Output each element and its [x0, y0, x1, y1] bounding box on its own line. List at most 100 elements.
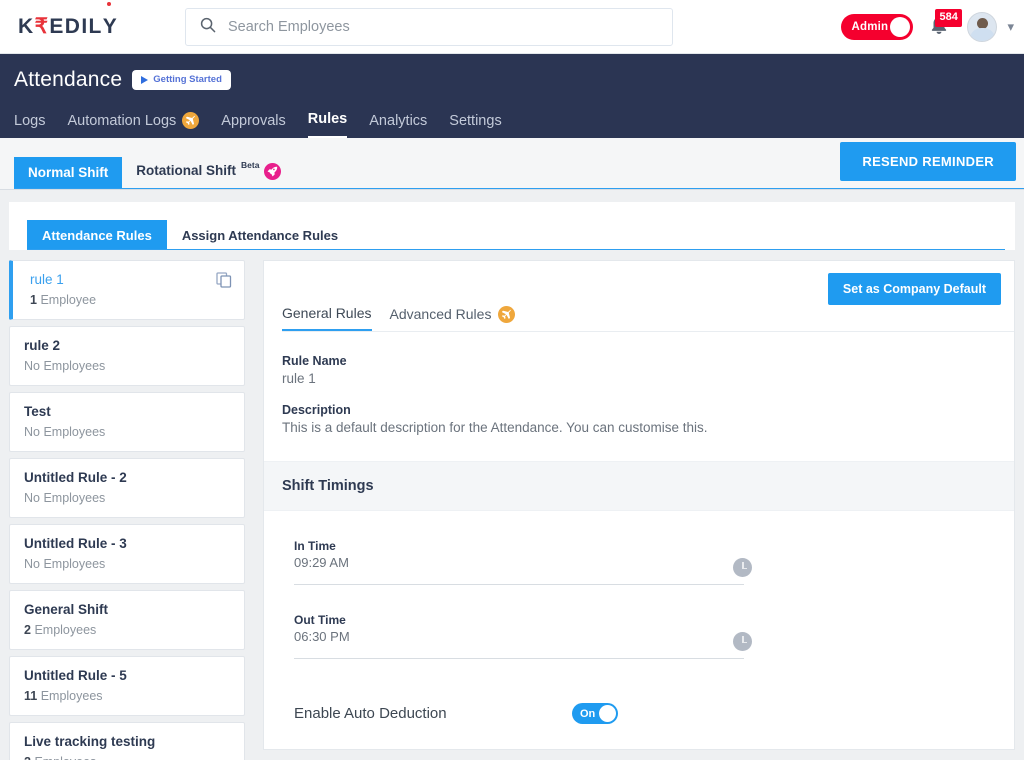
rule-count-number: 2 — [24, 755, 31, 760]
search-bar[interactable] — [185, 8, 673, 46]
out-time-value: 06:30 PM — [294, 629, 350, 644]
rule-list-item-live-tracking-testing[interactable]: Live tracking testing 2 Employees — [9, 722, 245, 760]
avatar[interactable] — [967, 12, 998, 42]
top-right-actions: Admin 584 ▾ — [841, 0, 1014, 54]
rule-employee-count: 1 Employee — [30, 293, 230, 307]
copy-icon[interactable] — [216, 272, 232, 288]
rule-list-item-general-shift[interactable]: General Shift 2 Employees — [9, 590, 245, 650]
rule-fields: Rule Name rule 1 Description This is a d… — [264, 332, 1014, 435]
search-input[interactable] — [228, 19, 658, 35]
out-time-label: Out Time — [294, 613, 346, 627]
clock-icon[interactable] — [733, 632, 752, 651]
clock-icon[interactable] — [733, 558, 752, 577]
logo-rupee-icon: ₹ — [34, 15, 50, 38]
rule-count-suffix: Employees — [34, 755, 96, 760]
in-time-field[interactable]: In Time 09:29 AM — [294, 539, 752, 585]
tab-rotational-shift[interactable]: Rotational Shift Beta — [122, 155, 295, 189]
rule-count-number: 2 — [24, 623, 31, 637]
logo-text-k: K — [18, 15, 35, 38]
notification-badge: 584 — [935, 9, 962, 27]
rule-list-item-rule-1[interactable]: rule 1 1 Employee — [9, 260, 245, 320]
nav-item-automation-logs[interactable]: Automation Logs — [67, 112, 200, 138]
rule-employee-count: 2 Employees — [24, 755, 230, 760]
tab-label-rotational-shift: Rotational Shift — [136, 163, 237, 178]
rule-name: Untitled Rule - 3 — [24, 536, 127, 551]
description-value[interactable]: This is a default description for the At… — [282, 420, 996, 435]
avatar-body — [970, 28, 996, 41]
rule-list-item-rule-2[interactable]: rule 2 No Employees — [9, 326, 245, 386]
in-time-label: In Time — [294, 539, 336, 553]
play-icon — [141, 75, 149, 84]
tab-normal-shift[interactable]: Normal Shift — [14, 157, 123, 189]
auto-deduction-knob — [599, 705, 616, 722]
rule-employee-count: No Employees — [24, 557, 106, 571]
nav-label-rules: Rules — [307, 111, 348, 127]
notifications-button[interactable]: 584 — [927, 9, 962, 42]
rule-count-suffix: Employees — [40, 689, 103, 703]
tab-general-rules[interactable]: General Rules — [282, 305, 372, 331]
rule-name: Test — [24, 404, 51, 419]
shift-tab-strip: Normal Shift Rotational Shift Beta RESEN… — [0, 138, 1024, 190]
rule-detail-panel: Set as Company Default General Rules Adv… — [263, 260, 1015, 750]
nav-item-approvals[interactable]: Approvals — [221, 113, 285, 138]
auto-deduction-toggle[interactable]: On — [572, 703, 618, 724]
resend-reminder-button[interactable]: RESEND REMINDER — [840, 142, 1016, 181]
rule-list-item-untitled-rule-2[interactable]: Untitled Rule - 2 No Employees — [9, 458, 245, 518]
nav-item-logs[interactable]: Logs — [14, 113, 45, 138]
auto-deduction-row: Enable Auto Deduction On — [294, 703, 1014, 724]
getting-started-button[interactable]: Getting Started — [132, 70, 231, 90]
nav-label-approvals: Approvals — [221, 113, 286, 129]
rule-employee-count: 2 Employees — [24, 623, 230, 637]
rule-list-item-test[interactable]: Test No Employees — [9, 392, 245, 452]
rule-list: rule 1 1 Employee rule 2 No Employees Te… — [9, 260, 245, 760]
tab-label-assign-attendance-rules: Assign Attendance Rules — [181, 228, 339, 243]
rule-employee-count: No Employees — [24, 425, 106, 439]
set-as-company-default-button[interactable]: Set as Company Default — [827, 273, 1001, 305]
body-split: rule 1 1 Employee rule 2 No Employees Te… — [0, 250, 1024, 760]
in-time-value: 09:29 AM — [294, 555, 349, 570]
nav-item-rules[interactable]: Rules — [307, 111, 348, 138]
description-label: Description — [282, 403, 351, 417]
nav-label-settings: Settings — [449, 113, 502, 129]
admin-toggle-knob — [890, 17, 911, 37]
nav-label-analytics: Analytics — [369, 113, 428, 129]
page-title-row: Attendance Getting Started — [14, 54, 1024, 92]
rule-count-number: 1 — [30, 293, 37, 307]
field-spacer — [282, 386, 996, 403]
admin-toggle[interactable]: Admin — [841, 14, 914, 40]
rocket-icon — [264, 163, 282, 180]
rule-employee-count: No Employees — [24, 491, 106, 505]
rule-detail-tabs: General Rules Advanced Rules — [282, 305, 1014, 332]
out-time-underline — [294, 658, 744, 659]
logo-text-y: Y — [102, 2, 119, 38]
top-bar: K₹EDILY Admin 584 ▾ — [0, 0, 1024, 54]
rule-name: rule 1 — [30, 272, 64, 287]
tab-assign-attendance-rules[interactable]: Assign Attendance Rules — [167, 220, 353, 250]
tab-attendance-rules[interactable]: Attendance Rules — [27, 220, 167, 250]
rule-count-suffix: Employees — [34, 623, 97, 637]
search-icon — [200, 17, 216, 38]
rule-list-item-untitled-rule-5[interactable]: Untitled Rule - 5 11 Employees — [9, 656, 245, 716]
rule-name-value[interactable]: rule 1 — [282, 371, 996, 386]
tab-advanced-rules[interactable]: Advanced Rules — [390, 305, 516, 331]
rule-count-number: 11 — [24, 689, 38, 703]
nav-item-analytics[interactable]: Analytics — [369, 113, 427, 138]
rule-name-label: Rule Name — [282, 354, 347, 368]
chevron-down-icon[interactable]: ▾ — [1007, 19, 1014, 35]
rule-employee-count: 11 Employees — [24, 689, 230, 703]
auto-deduction-label: Enable Auto Deduction — [294, 705, 447, 722]
nav-item-settings[interactable]: Settings — [449, 113, 501, 138]
rule-list-item-untitled-rule-3[interactable]: Untitled Rule - 3 No Employees — [9, 524, 245, 584]
rule-name: General Shift — [24, 602, 109, 617]
kredily-logo[interactable]: K ₹ EDIL Y — [18, 2, 168, 39]
nav-label-automation-logs: Automation Logs — [67, 112, 177, 129]
plane-icon — [182, 112, 200, 129]
header-nav: Logs Automation Logs Approvals Rules Ana… — [14, 111, 502, 138]
in-time-underline — [294, 584, 744, 585]
plane-icon — [498, 305, 516, 323]
out-time-field[interactable]: Out Time 06:30 PM — [294, 613, 752, 659]
auto-deduction-state: On — [580, 707, 596, 720]
page-header: Attendance Getting Started Logs Automati… — [0, 54, 1024, 138]
rule-name: rule 2 — [24, 338, 61, 353]
page-title: Attendance — [14, 68, 123, 91]
